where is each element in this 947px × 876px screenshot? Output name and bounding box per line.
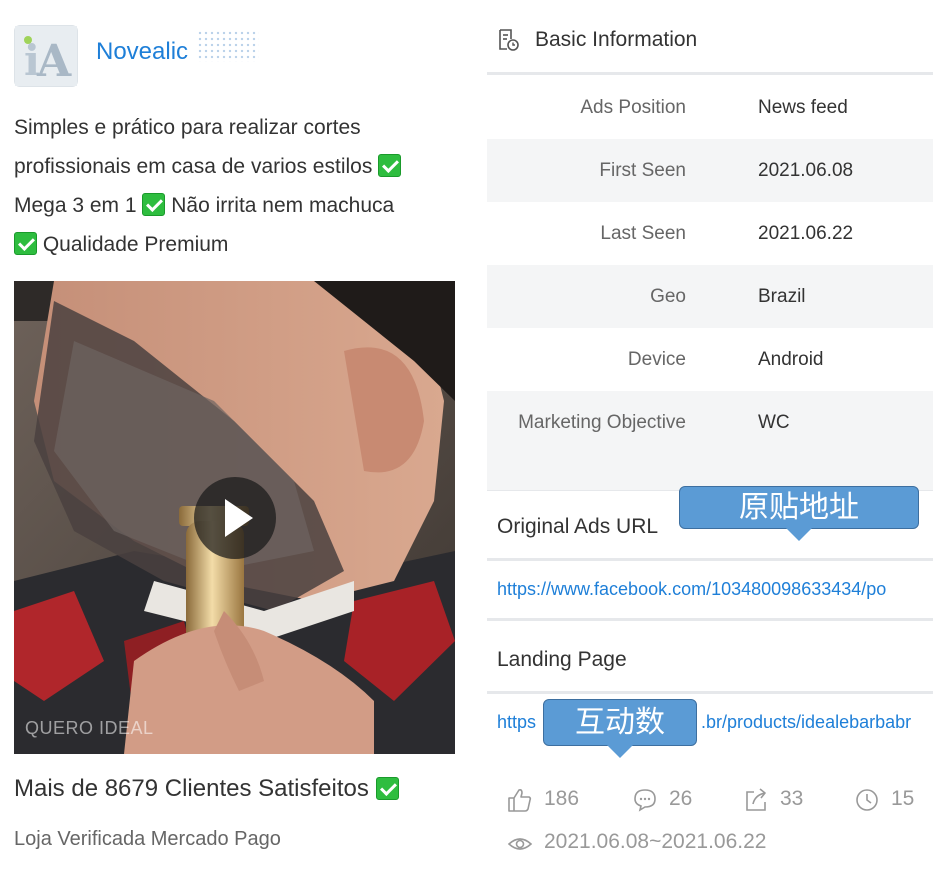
engagement-stats: 186 26 33 15 [507,786,933,814]
ad-text-line-3: Mega 3 em 1 Não irrita nem machuca [14,186,459,225]
ad-text-line-2: profissionais em casa de varios estilos [14,147,459,186]
ad-text-line-4: Qualidade Premium [14,225,459,264]
ad-text-line-2-text: profissionais em casa de varios estilos [14,155,373,178]
ad-link-description: Loja Verificada Mercado Pago [14,828,281,850]
landing-page-url-end[interactable]: .br/products/idealebarbabr [701,712,911,733]
info-value: 2021.06.22 [758,223,854,244]
landing-page-url-start[interactable]: https [497,712,536,733]
comments-count: 26 [669,787,693,810]
landing-page-header: Landing Page [487,624,933,694]
ad-text-line-3a: Mega 3 em 1 [14,194,137,217]
ad-text-line-1: Simples e prático para realizar cortes [14,116,361,139]
info-label: Geo [650,286,686,307]
shares-count: 33 [780,787,804,810]
check-mark-icon [14,232,37,255]
original-ads-url-title: Original Ads URL [497,515,659,538]
info-row-device: Device Android [487,328,933,391]
clock-icon [856,789,878,811]
info-row-last-seen: Last Seen 2021.06.22 [487,202,933,265]
ad-text-line-4-text: Qualidade Premium [42,233,229,256]
original-ads-url-link[interactable]: https://www.facebook.com/103480098633434… [497,579,886,600]
info-label: Last Seen [600,223,686,244]
check-mark-icon [142,193,166,216]
duration-count: 15 [891,787,915,810]
ia-logo-icon: i A [15,26,77,86]
video-play-button[interactable] [194,477,276,559]
ad-preview-card: i A Novealic Simples e prático para real… [0,0,470,876]
video-watermark: QUERO IDEAL [25,718,154,738]
info-value: Android [758,349,824,370]
info-value: 2021.06.08 [758,160,854,181]
thumbs-up-icon [508,789,532,812]
section-title: Basic Information [535,28,698,51]
ad-headline: Mais de 8679 Clientes Satisfeitos [14,775,399,803]
name-redaction-overlay [197,30,259,62]
original-ads-url-row: https://www.facebook.com/103480098633434… [487,561,933,621]
info-label: Ads Position [580,97,686,118]
check-mark-icon [378,154,402,177]
comment-bubble-icon [634,789,656,812]
basic-info-table: Ads Position News feed First Seen 2021.0… [487,76,933,491]
eye-icon [507,838,533,850]
info-row-geo: Geo Brazil [487,265,933,328]
original-url-callout: 原贴地址 [679,486,919,541]
svg-text:A: A [36,36,72,86]
engagement-callout: 互动数 [543,699,697,758]
info-row-ads-position: Ads Position News feed [487,76,933,139]
advertiser-avatar[interactable]: i A [14,25,78,87]
share-icon [746,788,766,811]
check-mark-icon [375,777,399,800]
info-label: Marketing Objective [518,412,686,433]
info-row-marketing-objective: Marketing Objective WC [487,391,933,454]
landing-page-title: Landing Page [497,648,627,671]
date-range-text: 2021.06.08~2021.06.22 [544,830,767,853]
info-value: WC [758,412,790,433]
ad-text-line-3b: Não irrita nem machuca [171,194,395,217]
ad-copy-text: Simples e prático para realizar cortes p… [14,108,459,264]
advertiser-name-link[interactable]: Novealic [96,38,188,66]
document-clock-icon [499,29,519,51]
info-value: Brazil [758,286,806,307]
info-value: News feed [758,97,848,118]
likes-count: 186 [544,787,580,810]
info-label: First Seen [599,160,686,181]
info-row-first-seen: First Seen 2021.06.08 [487,139,933,202]
info-label: Device [627,349,686,370]
ad-headline-text: Mais de 8679 Clientes Satisfeitos [14,775,369,802]
basic-information-header: Basic Information [487,0,933,75]
